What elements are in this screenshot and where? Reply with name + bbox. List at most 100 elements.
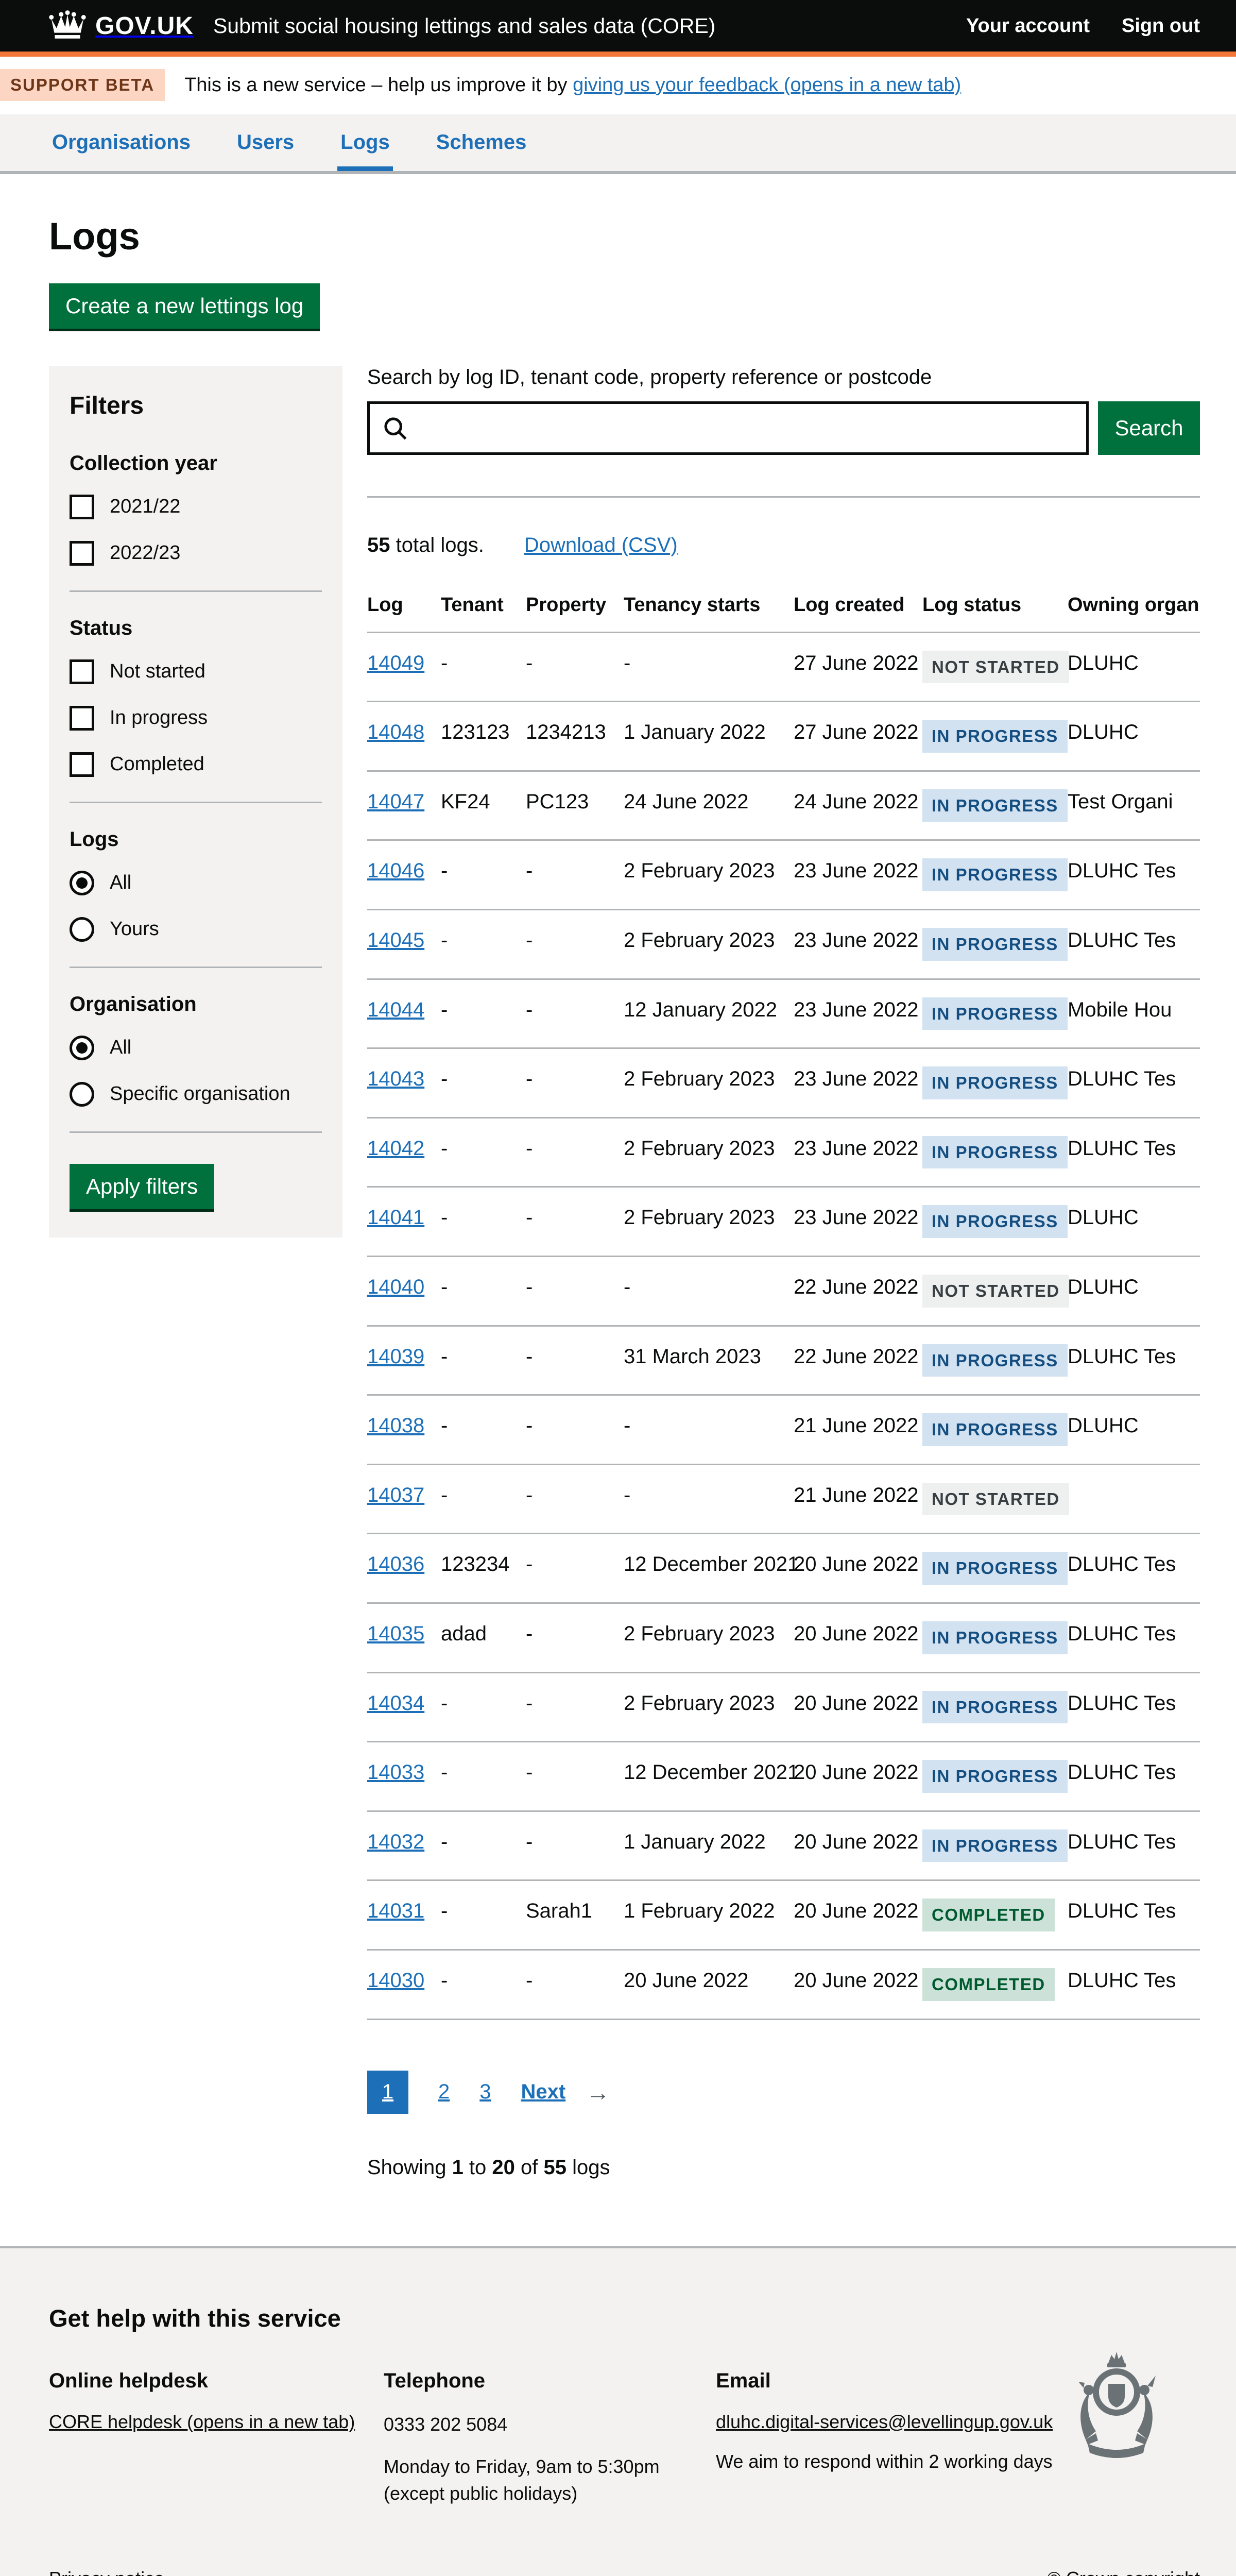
radio-logs-all[interactable]: All — [70, 871, 322, 895]
log-id-link[interactable]: 14040 — [367, 1257, 441, 1317]
log-id-link[interactable]: 14048 — [367, 702, 441, 762]
log-status-cell: COMPLETED — [922, 1951, 1068, 2019]
total-logs-count: 55 — [367, 534, 390, 556]
table-row: 14042--2 February 202323 June 2022IN PRO… — [367, 1118, 1200, 1188]
checkbox-label: In progress — [110, 707, 208, 729]
log-id-link[interactable]: 14041 — [367, 1188, 441, 1247]
sign-out-link[interactable]: Sign out — [1122, 15, 1200, 37]
checkbox-not-started[interactable]: Not started — [70, 659, 322, 684]
radio-control[interactable] — [70, 1036, 94, 1060]
feedback-link[interactable]: giving us your feedback (opens in a new … — [573, 74, 961, 96]
checkbox-box[interactable] — [70, 752, 94, 777]
status-tag: IN PROGRESS — [922, 1552, 1068, 1585]
filters-panel: Filters Collection year 2021/22 2022/23 … — [49, 366, 342, 1238]
nav-tab-users[interactable]: Users — [234, 131, 297, 171]
showing-suffix: logs — [566, 2156, 610, 2179]
page-title: Logs — [49, 216, 1200, 257]
log-id-link[interactable]: 14036 — [367, 1534, 441, 1594]
footer-col-online-helpdesk: Online helpdesk CORE helpdesk (opens in … — [49, 2369, 384, 2507]
owning-organisation-cell: DLUHC — [1068, 1396, 1200, 1455]
owning-organisation-cell: DLUHC — [1068, 1257, 1200, 1317]
log-id-link[interactable]: 14043 — [367, 1049, 441, 1109]
tenancy-starts-cell: 12 December 2021 — [624, 1534, 794, 1594]
pagination-page-3[interactable]: 3 — [479, 2080, 491, 2104]
checkbox-2022-23[interactable]: 2022/23 — [70, 541, 322, 566]
search-input[interactable] — [367, 401, 1089, 455]
radio-logs-yours[interactable]: Yours — [70, 917, 322, 942]
email-note: We aim to respond within 2 working days — [716, 2448, 1056, 2475]
log-id-link[interactable]: 14033 — [367, 1742, 441, 1802]
filter-group-label: Organisation — [70, 993, 322, 1016]
owning-organisation-cell: DLUHC — [1068, 633, 1200, 693]
checkbox-completed[interactable]: Completed — [70, 752, 322, 777]
pagination: 1 2 3 Next → — [367, 2071, 1200, 2114]
primary-navigation: Organisations Users Logs Schemes — [0, 114, 1236, 174]
log-id-link[interactable]: 14049 — [367, 633, 441, 693]
checkbox-box[interactable] — [70, 495, 94, 519]
table-row: 14034--2 February 202320 June 2022IN PRO… — [367, 1673, 1200, 1743]
pagination-page-1-current[interactable]: 1 — [367, 2071, 408, 2114]
log-created-cell: 20 June 2022 — [794, 1951, 922, 2010]
status-tag: IN PROGRESS — [922, 997, 1068, 1030]
table-row: 14043--2 February 202323 June 2022IN PRO… — [367, 1049, 1200, 1118]
property-cell: - — [526, 1673, 624, 1733]
radio-organisation-specific[interactable]: Specific organisation — [70, 1082, 322, 1107]
log-id-link[interactable]: 14047 — [367, 772, 441, 832]
log-created-cell: 20 June 2022 — [794, 1812, 922, 1872]
radio-control[interactable] — [70, 871, 94, 895]
property-cell: - — [526, 1396, 624, 1455]
log-id-link[interactable]: 14038 — [367, 1396, 441, 1455]
log-id-link[interactable]: 14035 — [367, 1604, 441, 1664]
nav-tab-logs[interactable]: Logs — [337, 131, 393, 171]
table-row: 14031-Sarah11 February 202220 June 2022C… — [367, 1881, 1200, 1951]
log-id-link[interactable]: 14042 — [367, 1118, 441, 1178]
status-tag: IN PROGRESS — [922, 1066, 1068, 1099]
log-id-link[interactable]: 14030 — [367, 1951, 441, 2010]
privacy-notice-link[interactable]: Privacy notice — [49, 2568, 164, 2576]
nav-tab-schemes[interactable]: Schemes — [433, 131, 530, 171]
checkbox-in-progress[interactable]: In progress — [70, 706, 322, 731]
crown-copyright-link[interactable]: © Crown copyright — [1047, 2568, 1200, 2576]
log-id-link[interactable]: 14034 — [367, 1673, 441, 1733]
log-id-link[interactable]: 14039 — [367, 1327, 441, 1386]
log-id-link[interactable]: 14045 — [367, 910, 441, 970]
showing-from: 1 — [452, 2156, 464, 2179]
log-id-link[interactable]: 14046 — [367, 841, 441, 901]
core-helpdesk-link[interactable]: CORE helpdesk (opens in a new tab) — [49, 2411, 355, 2432]
owning-organisation-cell: DLUHC Tes — [1068, 1742, 1200, 1802]
search-button[interactable]: Search — [1098, 401, 1200, 455]
create-lettings-log-button[interactable]: Create a new lettings log — [49, 283, 320, 329]
email-link[interactable]: dluhc.digital-services@levellingup.gov.u… — [716, 2411, 1053, 2432]
owning-organisation-cell: DLUHC Tes — [1068, 910, 1200, 970]
beta-tag: SUPPORT BETA — [0, 69, 165, 101]
pagination-page-2[interactable]: 2 — [438, 2080, 450, 2104]
nav-tab-organisations[interactable]: Organisations — [49, 131, 194, 171]
log-id-link[interactable]: 14037 — [367, 1465, 441, 1525]
tenant-cell: - — [441, 1327, 526, 1386]
radio-control[interactable] — [70, 917, 94, 942]
download-csv-link[interactable]: Download (CSV) — [524, 534, 678, 557]
tenancy-starts-cell: 1 January 2022 — [624, 702, 794, 762]
results-column: Search by log ID, tenant code, property … — [367, 366, 1200, 2179]
your-account-link[interactable]: Your account — [966, 15, 1090, 37]
service-name[interactable]: Submit social housing lettings and sales… — [213, 14, 715, 38]
status-tag: IN PROGRESS — [922, 1621, 1068, 1654]
column-header-tenant: Tenant — [441, 589, 526, 632]
checkbox-box[interactable] — [70, 706, 94, 731]
govuk-logo-link[interactable]: GOV.UK — [49, 10, 194, 42]
log-id-link[interactable]: 14031 — [367, 1881, 441, 1941]
tenant-cell: - — [441, 1188, 526, 1247]
checkbox-box[interactable] — [70, 541, 94, 566]
checkbox-box[interactable] — [70, 659, 94, 684]
table-rows: 14049---27 June 2022NOT STARTEDDLUHC1404… — [367, 633, 1200, 2020]
radio-control[interactable] — [70, 1082, 94, 1107]
apply-filters-button[interactable]: Apply filters — [70, 1164, 214, 1209]
tenant-cell: - — [441, 1257, 526, 1317]
radio-organisation-all[interactable]: All — [70, 1036, 322, 1060]
log-id-link[interactable]: 14032 — [367, 1812, 441, 1872]
pagination-next-link[interactable]: Next — [521, 2080, 566, 2104]
checkbox-2021-22[interactable]: 2021/22 — [70, 495, 322, 519]
telephone-hours-line2: (except public holidays) — [384, 2483, 577, 2504]
log-id-link[interactable]: 14044 — [367, 980, 441, 1040]
checkbox-label: 2021/22 — [110, 496, 180, 518]
